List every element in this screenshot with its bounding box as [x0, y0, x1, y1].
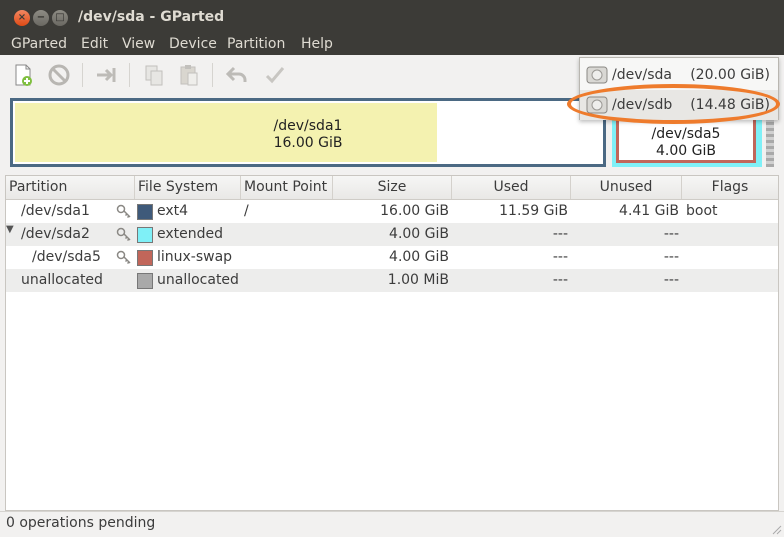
device-item-sdb[interactable]: /dev/sdb (14.48 GiB) — [580, 90, 778, 120]
new-icon — [15, 64, 32, 86]
key-icon — [116, 227, 131, 242]
cell-unused: --- — [663, 226, 679, 242]
cell-file-system: ext4 — [157, 203, 189, 219]
cell-unused: --- — [663, 249, 679, 265]
operations-pending-label: 0 operations pending — [6, 515, 156, 531]
cell-size: 4.00 GiB — [389, 249, 449, 265]
copy-icon — [145, 65, 163, 86]
header-flags[interactable]: Flags — [682, 176, 778, 199]
maximize-window-button[interactable]: □ — [52, 10, 68, 26]
device-size: (14.48 GiB) — [690, 97, 770, 113]
menu-edit[interactable]: Edit — [81, 36, 108, 52]
delete-icon — [48, 64, 70, 86]
device-item-sda[interactable]: /dev/sda (20.00 GiB) — [580, 60, 778, 90]
resize-move-icon — [97, 68, 116, 82]
device-selector-menu: /dev/sda (20.00 GiB) /dev/sdb (14.48 GiB… — [579, 57, 779, 120]
cell-partition: /dev/sda5 — [32, 249, 101, 265]
device-size: (20.00 GiB) — [690, 67, 770, 83]
header-used[interactable]: Used — [452, 176, 571, 199]
cell-unused: 4.41 GiB — [619, 203, 679, 219]
apply-button[interactable] — [262, 63, 288, 87]
partition-block-name: /dev/sda1 — [273, 118, 343, 134]
cell-used: --- — [552, 272, 568, 288]
cell-used: 11.59 GiB — [499, 203, 568, 219]
device-name: /dev/sda — [612, 67, 672, 83]
cell-size: 4.00 GiB — [389, 226, 449, 242]
close-window-button[interactable]: × — [14, 10, 30, 26]
apply-icon — [265, 67, 285, 84]
menu-help[interactable]: Help — [301, 36, 333, 52]
key-icon — [116, 204, 131, 219]
status-bar: 0 operations pending — [0, 511, 784, 537]
key-icon — [116, 250, 131, 265]
table-row[interactable]: /dev/sda5 linux-swap 4.00 GiB --- --- — [6, 246, 778, 269]
header-file-system[interactable]: File System — [135, 176, 241, 199]
cell-size: 1.00 MiB — [387, 272, 449, 288]
fs-color-swatch — [137, 227, 153, 243]
menu-bar: GParted Edit View Device Partition Help — [0, 33, 784, 55]
minimize-window-button[interactable]: − — [33, 10, 49, 26]
partition-block-label: /dev/sda5 4.00 GiB — [619, 126, 753, 160]
fs-color-swatch — [137, 250, 153, 266]
partition-table: Partition File System Mount Point Size U… — [5, 175, 779, 511]
partition-block-sda1[interactable]: /dev/sda1 16.00 GiB — [10, 98, 606, 167]
title-bar: × − □ /dev/sda - GParted — [0, 0, 784, 33]
fs-color-swatch — [137, 204, 153, 220]
table-header: Partition File System Mount Point Size U… — [6, 176, 778, 200]
device-name: /dev/sdb — [612, 97, 673, 113]
resize-move-button[interactable] — [93, 63, 119, 87]
cell-file-system: unallocated — [157, 272, 239, 288]
fs-color-swatch — [137, 273, 153, 289]
toolbar-separator — [129, 63, 130, 87]
header-size[interactable]: Size — [333, 176, 452, 199]
cell-mount-point: / — [244, 203, 249, 219]
toolbar-separator — [212, 63, 213, 87]
cell-partition: unallocated — [21, 272, 103, 288]
cell-flags: boot — [686, 203, 718, 219]
cell-partition: /dev/sda1 — [21, 203, 90, 219]
copy-button[interactable] — [141, 63, 167, 87]
table-row[interactable]: ▼ /dev/sda2 extended 4.00 GiB --- --- — [6, 223, 778, 246]
cell-file-system: extended — [157, 226, 224, 242]
header-partition[interactable]: Partition — [6, 176, 135, 199]
harddisk-icon — [586, 96, 608, 114]
undo-icon — [225, 66, 247, 82]
partition-block-size: 4.00 GiB — [656, 143, 716, 159]
undo-button[interactable] — [224, 63, 250, 87]
menu-device[interactable]: Device — [169, 36, 217, 52]
cell-unused: --- — [663, 272, 679, 288]
partition-block-name: /dev/sda5 — [651, 126, 721, 142]
window-title: /dev/sda - GParted — [78, 9, 225, 25]
menu-partition[interactable]: Partition — [227, 36, 285, 52]
cell-size: 16.00 GiB — [380, 203, 449, 219]
harddisk-icon — [586, 66, 608, 84]
header-unused[interactable]: Unused — [571, 176, 682, 199]
table-row[interactable]: /dev/sda1 ext4 / 16.00 GiB 11.59 GiB 4.4… — [6, 200, 778, 223]
header-mount-point[interactable]: Mount Point — [241, 176, 333, 199]
paste-button[interactable] — [176, 63, 202, 87]
cell-partition: /dev/sda2 — [21, 226, 90, 242]
menu-view[interactable]: View — [122, 36, 155, 52]
paste-icon — [180, 65, 198, 86]
table-row[interactable]: unallocated unallocated 1.00 MiB --- --- — [6, 269, 778, 292]
menu-gparted[interactable]: GParted — [11, 36, 67, 52]
cell-used: --- — [552, 249, 568, 265]
expander-arrow-icon[interactable]: ▼ — [6, 224, 14, 235]
partition-block-label: /dev/sda1 16.00 GiB — [13, 118, 603, 152]
cell-used: --- — [552, 226, 568, 242]
toolbar-separator — [82, 63, 83, 87]
new-partition-button[interactable] — [10, 63, 36, 87]
resize-grip-icon[interactable] — [770, 523, 782, 535]
partition-block-size: 16.00 GiB — [273, 135, 343, 151]
delete-partition-button[interactable] — [46, 63, 72, 87]
cell-file-system: linux-swap — [157, 249, 233, 265]
